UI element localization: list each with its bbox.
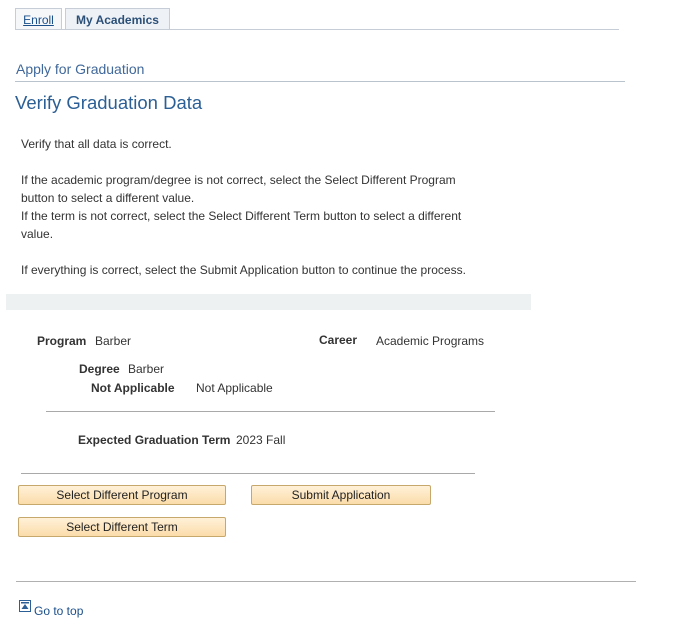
degree-label: Degree (79, 362, 120, 376)
program-label: Program (37, 334, 87, 348)
subtitle-divider (15, 81, 625, 82)
not-applicable-value: Not Applicable (196, 381, 273, 395)
expected-term-value: 2023 Fall (236, 433, 286, 447)
instruction-verify: Verify that all data is correct. (21, 137, 172, 151)
fields-divider (46, 411, 495, 412)
career-label: Career (319, 333, 358, 347)
tab-enroll[interactable]: Enroll (15, 8, 62, 30)
degree-value: Barber (128, 362, 165, 376)
expected-term-label: Expected Graduation Term (78, 433, 231, 447)
page-title: Verify Graduation Data (15, 92, 203, 113)
select-different-term-button[interactable]: Select Different Term (18, 517, 226, 537)
footer-divider (16, 581, 636, 582)
submit-application-button[interactable]: Submit Application (251, 485, 431, 505)
not-applicable-label: Not Applicable (91, 381, 175, 395)
select-different-program-button[interactable]: Select Different Program (18, 485, 226, 505)
instruction-program: If the academic program/degree is not co… (21, 173, 456, 205)
tab-bar-divider (15, 29, 619, 30)
instruction-term: If the term is not correct, select the S… (21, 209, 462, 241)
program-value: Barber (95, 334, 132, 348)
go-to-top-link[interactable]: Go to top (34, 604, 83, 618)
page-subtitle: Apply for Graduation (16, 61, 145, 77)
career-value: Academic Programs (376, 334, 485, 348)
tab-my-academics[interactable]: My Academics (65, 8, 170, 30)
instruction-submit: If everything is correct, select the Sub… (21, 263, 466, 277)
section-band (6, 294, 531, 310)
go-to-top-icon[interactable] (19, 600, 31, 612)
buttons-divider (21, 473, 475, 474)
